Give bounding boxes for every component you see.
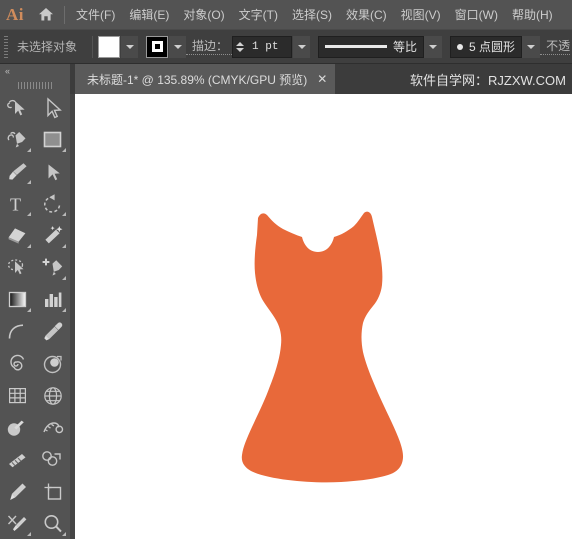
tool-paintbrush[interactable]: [0, 156, 35, 188]
tool-magic-wand[interactable]: [35, 220, 70, 252]
tool-selection[interactable]: [0, 92, 35, 124]
stroke-swatch-group[interactable]: [146, 35, 187, 58]
tool-eyedropper[interactable]: [35, 316, 70, 348]
document-tab-strip: 未标题-1* @ 135.89% (CMYK/GPU 预览) ✕ 软件自学网：R…: [70, 64, 572, 94]
chevron-down-icon: [125, 44, 134, 49]
stroke-weight-input[interactable]: 1 pt: [246, 35, 293, 58]
menu-edit[interactable]: 编辑(E): [122, 4, 176, 26]
menu-bar: Ai 文件(F) 编辑(E) 对象(O) 文字(T) 选择(S) 效果(C) 视…: [0, 0, 572, 30]
stepper-up-icon[interactable]: [235, 41, 244, 46]
opacity-label: 不透: [540, 39, 571, 55]
brush-preview-icon: [457, 43, 464, 50]
tools-panel-grip[interactable]: [0, 78, 70, 92]
stroke-weight-stepper[interactable]: [232, 35, 247, 58]
selection-status-label: 未选择对象: [17, 40, 78, 54]
tool-artboard[interactable]: [35, 476, 70, 508]
tool-shape-builder[interactable]: [0, 412, 35, 444]
document-tab[interactable]: 未标题-1* @ 135.89% (CMYK/GPU 预览) ✕: [75, 64, 336, 94]
fill-color-swatch[interactable]: [98, 35, 121, 58]
tool-pen[interactable]: [0, 124, 35, 156]
chevron-down-icon: [297, 44, 306, 49]
chevron-down-icon: [527, 44, 536, 49]
stroke-profile-value: 等比: [393, 40, 418, 54]
tool-mesh[interactable]: [35, 380, 70, 412]
tool-grid: T: [0, 92, 70, 539]
stroke-profile-preview-icon: [325, 45, 388, 48]
stroke-weight-label: 描边：: [186, 39, 233, 55]
menu-help[interactable]: 帮助(H): [505, 4, 560, 26]
tool-lasso[interactable]: [0, 252, 35, 284]
tool-add-anchor[interactable]: [35, 252, 70, 284]
app-logo: Ai: [6, 4, 24, 24]
stroke-profile-combo[interactable]: 等比: [318, 35, 425, 58]
stroke-dropdown-button[interactable]: [169, 35, 187, 58]
menu-file[interactable]: 文件(F): [69, 4, 122, 26]
brush-definition-value: 5 点圆形: [469, 40, 516, 54]
artboard-canvas[interactable]: [75, 94, 572, 539]
tool-gradient[interactable]: [0, 284, 35, 316]
menu-type[interactable]: 文字(T): [232, 4, 285, 26]
tool-grid[interactable]: [0, 380, 35, 412]
stroke-profile-dropdown-button[interactable]: [424, 35, 443, 58]
tool-type[interactable]: T: [0, 188, 35, 220]
svg-text:T: T: [10, 195, 21, 215]
fill-dropdown-button[interactable]: [121, 35, 139, 58]
tool-warp[interactable]: [35, 412, 70, 444]
tool-free-transform[interactable]: [35, 444, 70, 476]
watermark-text: 软件自学网：RJZXW.COM: [410, 72, 566, 88]
orange-dress-shape[interactable]: [75, 94, 572, 539]
tools-panel: « T: [0, 64, 70, 539]
tool-direct-selection[interactable]: [35, 92, 70, 124]
menu-window[interactable]: 窗口(W): [448, 4, 505, 26]
document-tab-title: 未标题-1* @ 135.89% (CMYK/GPU 预览): [87, 72, 308, 87]
tool-rectangle[interactable]: [35, 124, 70, 156]
stroke-weight-dropdown-button[interactable]: [293, 35, 311, 58]
menu-view[interactable]: 视图(V): [394, 4, 448, 26]
divider: [92, 35, 94, 58]
tool-width[interactable]: [0, 444, 35, 476]
menu-select[interactable]: 选择(S): [285, 4, 339, 26]
brush-definition-dropdown-button[interactable]: [522, 35, 541, 58]
tool-shaper[interactable]: [35, 156, 70, 188]
collapse-panel-icon[interactable]: «: [0, 64, 70, 78]
tool-zoom[interactable]: [35, 508, 70, 539]
home-icon[interactable]: [30, 0, 62, 30]
close-icon[interactable]: ✕: [317, 73, 327, 85]
stroke-color-swatch[interactable]: [146, 35, 169, 58]
document-area: 未标题-1* @ 135.89% (CMYK/GPU 预览) ✕ 软件自学网：R…: [70, 64, 572, 539]
tool-blend[interactable]: [35, 348, 70, 380]
tool-eraser[interactable]: [0, 220, 35, 252]
brush-definition-combo[interactable]: 5 点圆形: [450, 35, 523, 58]
tool-arc[interactable]: [0, 316, 35, 348]
chevron-down-icon: [173, 44, 182, 49]
menu-effect[interactable]: 效果(C): [339, 4, 394, 26]
control-bar-grip[interactable]: [0, 30, 11, 63]
menu-object[interactable]: 对象(O): [176, 4, 231, 26]
fill-swatch-group[interactable]: [98, 35, 139, 58]
tool-rotate[interactable]: [35, 188, 70, 220]
chevron-down-icon: [429, 44, 438, 49]
tool-pencil[interactable]: [0, 476, 35, 508]
menu-divider: [64, 5, 65, 24]
control-bar: 未选择对象 描边： 1 pt 等比 5 点圆形 不透: [0, 30, 572, 64]
tool-column-graph[interactable]: [35, 284, 70, 316]
tool-scissors[interactable]: [0, 508, 35, 539]
tool-spiral[interactable]: [0, 348, 35, 380]
stepper-down-icon[interactable]: [235, 47, 244, 52]
